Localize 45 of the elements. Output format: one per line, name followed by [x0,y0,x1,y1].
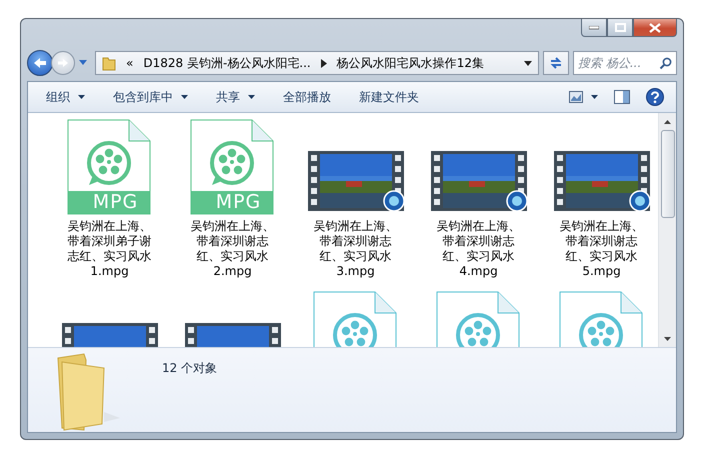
caret-icon [181,95,188,99]
back-button[interactable] [27,50,53,76]
file-name[interactable]: 吴钧洲在上海、带着深圳谢志红、实习风水4.mpg [434,219,522,279]
scrollbar-thumb[interactable] [660,130,674,218]
vertical-scrollbar[interactable] [658,113,676,347]
video-file-icon [67,119,152,215]
file-name[interactable]: 吴钧洲在上海、带着深圳弟子谢志红、实习风水1.mpg [66,219,154,279]
toolbar-button[interactable]: 包含到库中 [99,84,202,110]
toolbar-button[interactable]: 全部播放 [269,84,345,110]
refresh-arrows-icon [548,56,564,70]
toolbar-button[interactable]: 组织 [32,84,99,110]
file-type-label: MPG [214,191,262,213]
minimize-icon [589,26,599,30]
forward-arrow-icon [57,58,69,68]
address-bar[interactable]: « D1828 吴钧洲-杨公风水阳宅... 杨公风水阳宅风水操作12集 [95,51,539,76]
dropdown-caret-icon[interactable] [79,60,87,66]
help-icon [646,88,664,106]
folder-icon [102,55,116,72]
close-icon [649,22,661,32]
picture-icon [569,91,583,103]
minimize-button[interactable] [581,19,607,37]
item-count: 12 个对象 [162,360,218,377]
refresh-button[interactable] [543,51,569,76]
breadcrumb-overflow[interactable]: « [126,56,134,70]
maximize-icon [614,23,626,32]
caret-icon [591,95,598,99]
file-name[interactable]: 吴钧洲在上海、带着深圳谢志红、实习风水3.mpg [312,219,400,279]
close-button[interactable] [633,19,677,37]
file-type-label: MPG [92,191,140,213]
video-file-icon [190,119,275,215]
pane-layout-icon [614,90,630,104]
back-arrow-icon [33,57,47,70]
maximize-button[interactable] [607,19,633,37]
search-icon [659,57,672,70]
file-name[interactable]: 吴钧洲在上海、带着深圳谢志红、实习风水5.mpg [558,219,646,279]
search-field[interactable]: 搜索 杨公... [573,51,677,76]
caret-icon [78,95,85,99]
toolbar-button[interactable]: 新建文件夹 [345,84,433,110]
caret-icon [248,95,255,99]
breadcrumb-segment[interactable]: 杨公风水阳宅风水操作12集 [336,54,484,72]
breadcrumb-arrow-icon [320,58,327,68]
file-name[interactable]: 吴钧洲在上海、带着深圳谢志红、实习风水2.mpg [188,219,276,279]
breadcrumb-segment[interactable]: D1828 吴钧洲-杨公风水阳宅... [143,54,311,72]
toolbar-button[interactable]: 共享 [202,84,269,110]
dropdown-caret-icon [524,60,532,66]
